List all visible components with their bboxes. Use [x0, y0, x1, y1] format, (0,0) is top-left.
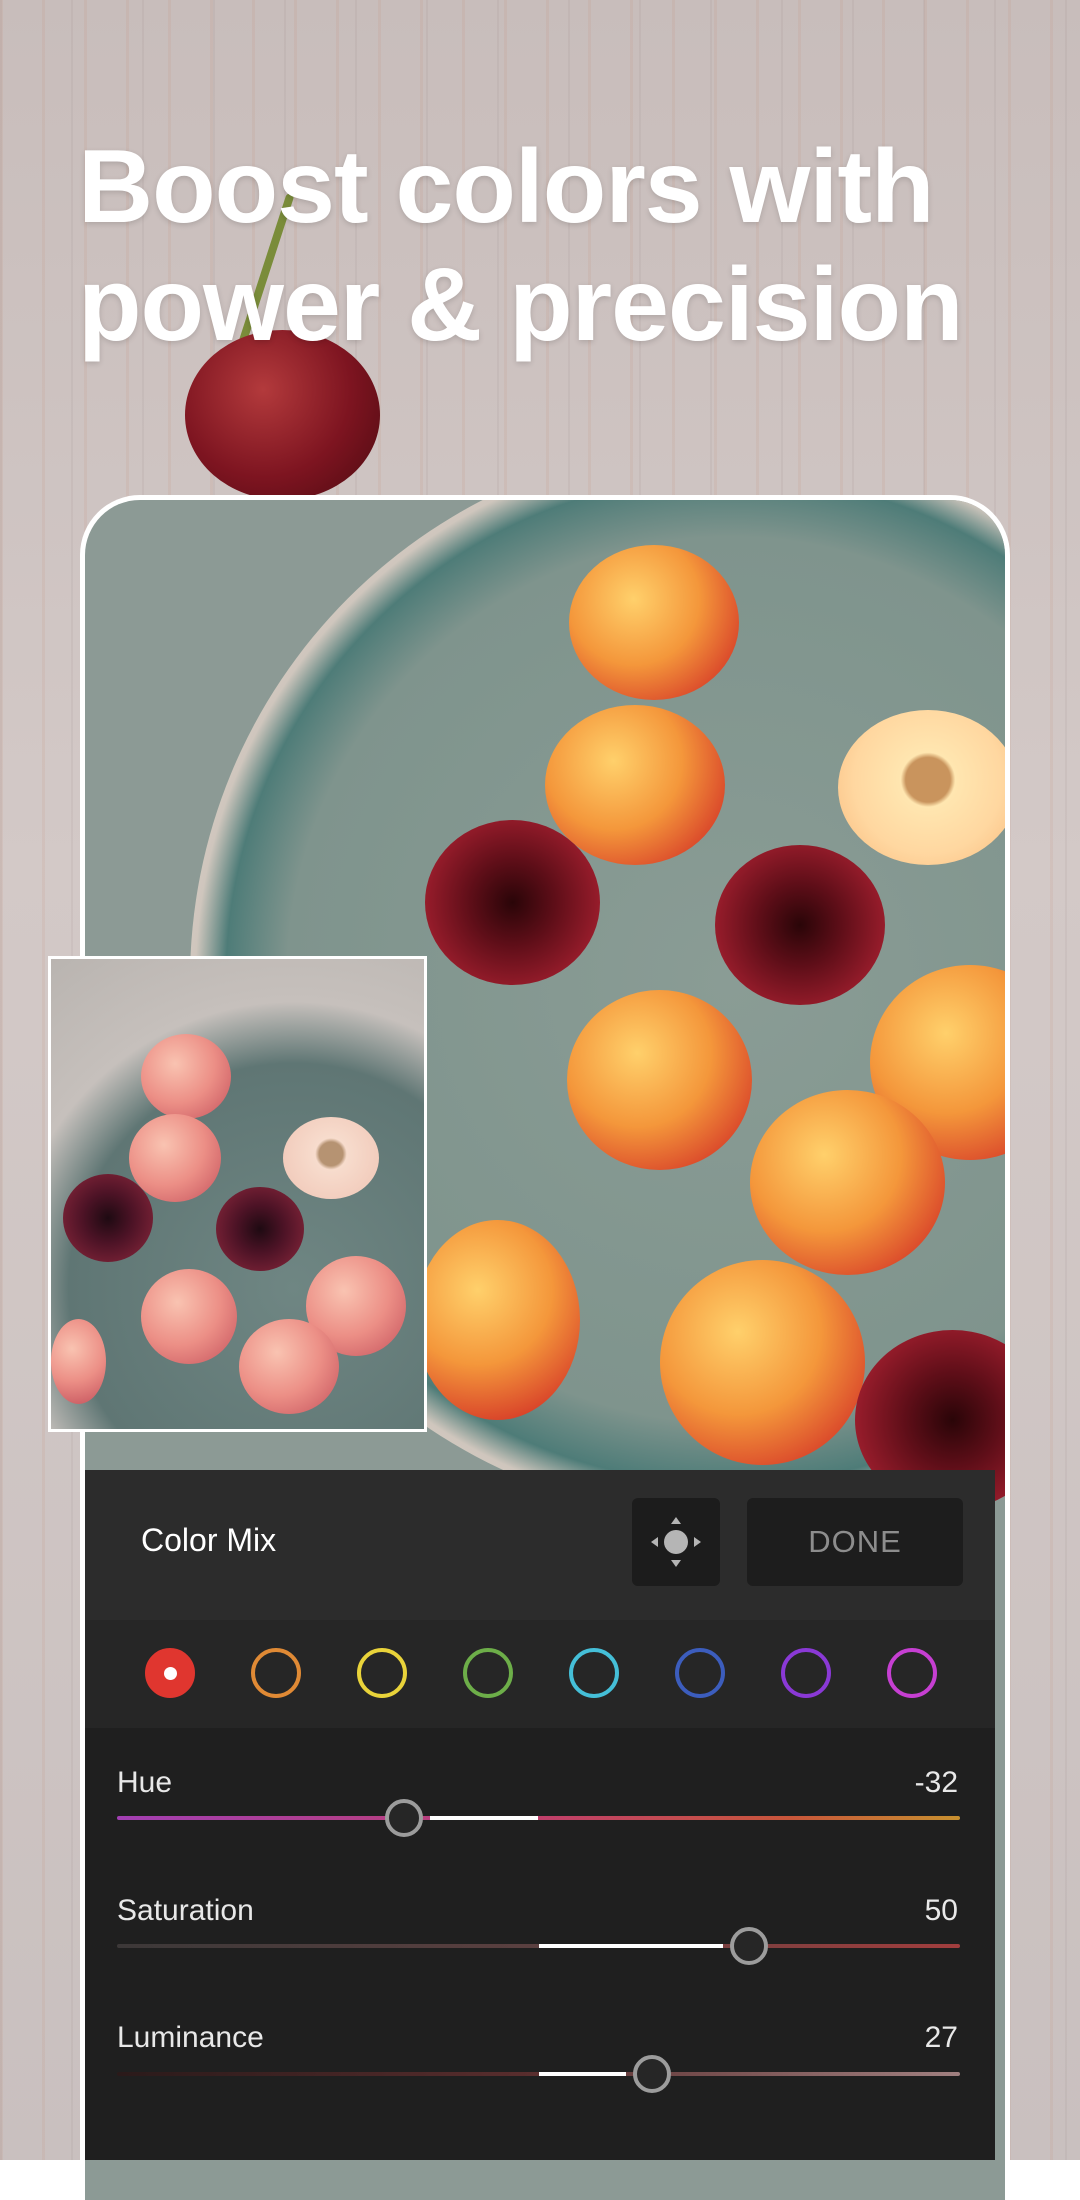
thumbnail-cherry-pitted [216, 1187, 304, 1271]
thumbnail-cherry [141, 1269, 237, 1364]
luminance-slider-track[interactable] [117, 2055, 960, 2093]
luminance-value: 27 [924, 2021, 958, 2054]
thumbnail-cherry [129, 1114, 221, 1202]
headline-line-2: power & precision [78, 247, 964, 363]
slider-fill [538, 2072, 627, 2076]
slider-knob[interactable] [730, 1927, 769, 1965]
color-mix-panel: Color Mix DONE Hue -32 Saturation 50 Lum… [85, 1470, 995, 2160]
swatch-yellow[interactable] [357, 1648, 407, 1698]
saturation-label: Saturation [117, 1894, 254, 1927]
luminance-label: Luminance [117, 2021, 264, 2054]
swatch-red[interactable] [145, 1648, 195, 1698]
photo-cherry [569, 545, 739, 700]
swatch-green[interactable] [463, 1648, 513, 1698]
original-thumbnail[interactable] [48, 956, 427, 1432]
photo-cherry-half [838, 710, 1005, 865]
thumbnail-cherry [141, 1034, 231, 1119]
saturation-slider-track[interactable] [117, 1927, 960, 1965]
photo-cherry [660, 1260, 865, 1465]
targeted-adjustment-button[interactable] [632, 1498, 720, 1586]
slider-knob[interactable] [384, 1799, 423, 1837]
hue-slider-track[interactable] [117, 1799, 960, 1837]
swatch-orange[interactable] [251, 1648, 301, 1698]
panel-title: Color Mix [141, 1522, 277, 1558]
slider-knob[interactable] [633, 2055, 672, 2093]
done-button[interactable]: DONE [747, 1498, 963, 1586]
photo-cherry-pitted [715, 845, 885, 1005]
photo-cherry [567, 990, 752, 1170]
color-swatch-row [85, 1620, 995, 1728]
panel-header: Color Mix DONE [85, 1470, 995, 1620]
slider-fill [429, 1816, 539, 1820]
hsl-sliders: Hue -32 Saturation 50 Luminance 27 [85, 1728, 995, 2160]
selected-indicator [163, 1666, 177, 1680]
swatch-magenta[interactable] [887, 1648, 937, 1698]
saturation-value: 50 [924, 1894, 958, 1927]
target-adjust-icon [651, 1517, 701, 1567]
headline-line-1: Boost colors with [78, 129, 934, 245]
hue-value: -32 [914, 1766, 958, 1799]
photo-cherry [545, 705, 725, 865]
thumbnail-cherry-half [283, 1117, 379, 1199]
thumbnail-cherry [239, 1319, 339, 1414]
swatch-purple[interactable] [781, 1648, 831, 1698]
photo-cherry-pitted [425, 820, 600, 985]
thumbnail-cherry [51, 1319, 106, 1404]
headline: Boost colors with power & precision [78, 128, 978, 364]
swatch-aqua[interactable] [569, 1648, 619, 1698]
photo-cherry [750, 1090, 945, 1275]
swatch-blue[interactable] [675, 1648, 725, 1698]
hue-label: Hue [117, 1766, 173, 1799]
thumbnail-cherry-pitted [63, 1174, 153, 1262]
slider-fill [538, 1944, 724, 1948]
photo-cherry [415, 1220, 580, 1420]
